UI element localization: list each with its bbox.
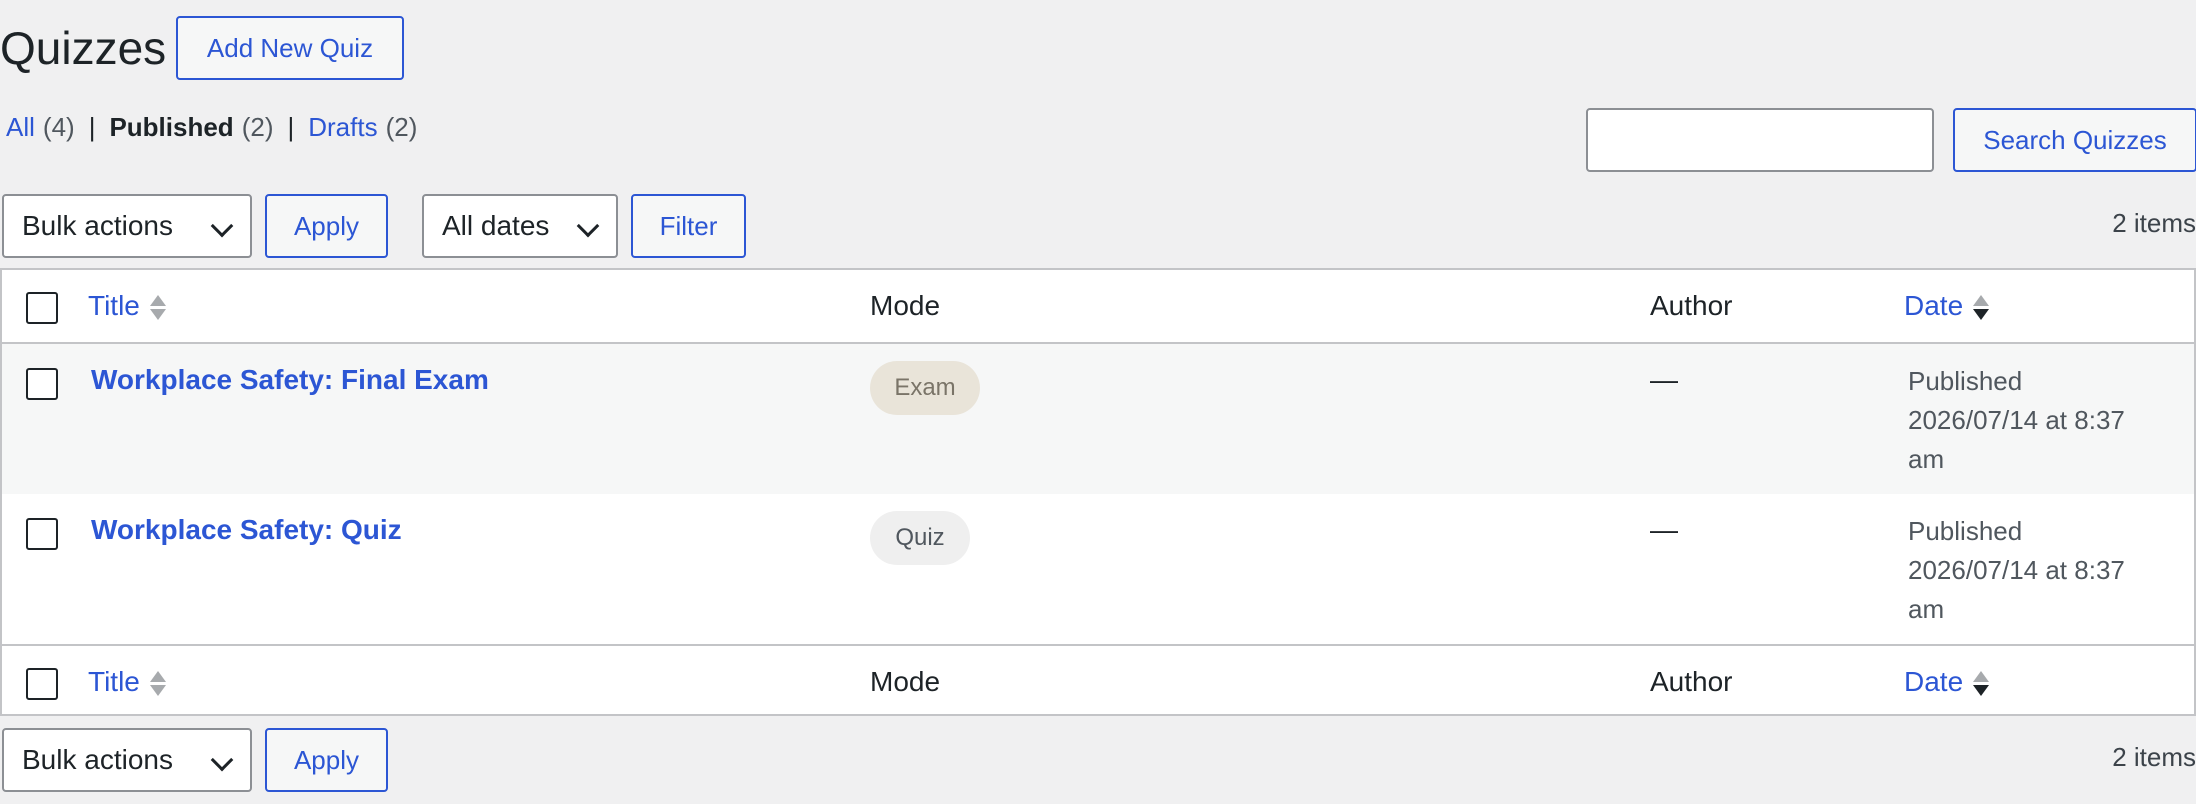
- table-header-row: Title Mode Author Date: [2, 270, 2194, 344]
- view-separator: |: [287, 112, 295, 142]
- column-title-label: Title: [88, 290, 140, 321]
- column-author-footer: Author: [1650, 666, 1733, 697]
- dates-filter-value: All dates: [442, 210, 550, 241]
- view-all-count: (4): [42, 112, 75, 142]
- chevron-down-icon: [576, 214, 600, 238]
- row-date: Published 2026/07/14 at 8:37 am: [1908, 512, 2148, 629]
- dates-filter-select[interactable]: All dates: [422, 194, 618, 258]
- view-separator: |: [88, 112, 96, 142]
- row-checkbox[interactable]: [26, 518, 58, 550]
- status-views: All (4) | Published (2) | Drafts (2): [6, 112, 417, 143]
- filter-button[interactable]: Filter: [631, 194, 746, 258]
- apply-button[interactable]: Apply: [265, 194, 388, 258]
- row-date-status: Published: [1908, 516, 2023, 546]
- search-quizzes-button[interactable]: Search Quizzes: [1953, 108, 2196, 172]
- select-all-checkbox-footer[interactable]: [26, 668, 58, 700]
- row-author: —: [1650, 514, 1678, 545]
- column-mode-footer: Mode: [870, 666, 941, 697]
- column-title-sort[interactable]: Title: [88, 666, 166, 699]
- row-date: Published 2026/07/14 at 8:37 am: [1908, 362, 2148, 479]
- sort-icon: [149, 669, 166, 699]
- bulk-actions-select-bottom[interactable]: Bulk actions: [2, 728, 252, 792]
- chevron-down-icon: [210, 748, 234, 772]
- view-all-link[interactable]: All: [6, 112, 35, 143]
- column-date-label: Date: [1904, 290, 1964, 321]
- mode-badge: Quiz: [870, 511, 970, 565]
- add-new-quiz-button[interactable]: Add New Quiz: [176, 16, 404, 80]
- row-title-link[interactable]: Workplace Safety: Quiz: [91, 514, 402, 546]
- column-date-sort[interactable]: Date: [1904, 666, 1990, 699]
- row-date-value: 2026/07/14 at 8:37 am: [1908, 405, 2125, 474]
- row-author: —: [1650, 364, 1678, 395]
- table-row: Workplace Safety: Final Exam Exam — Publ…: [2, 344, 2194, 494]
- page-title: Quizzes: [0, 22, 167, 74]
- mode-badge: Exam: [870, 361, 980, 415]
- apply-button-bottom[interactable]: Apply: [265, 728, 388, 792]
- sort-icon: [1973, 669, 1990, 699]
- chevron-down-icon: [210, 214, 234, 238]
- search-input[interactable]: [1586, 108, 1934, 172]
- row-date-status: Published: [1908, 366, 2023, 396]
- column-title-sort[interactable]: Title: [88, 290, 166, 323]
- table-row: Workplace Safety: Quiz Quiz — Published …: [2, 494, 2194, 644]
- table-footer-row: Title Mode Author Date: [2, 644, 2194, 716]
- items-count: 2 items: [2112, 208, 2196, 238]
- bulk-actions-value: Bulk actions: [22, 744, 173, 775]
- items-count-bottom: 2 items: [2112, 742, 2196, 772]
- view-drafts-link[interactable]: Drafts: [308, 112, 377, 143]
- column-title-label: Title: [88, 666, 140, 697]
- column-mode-header: Mode: [870, 290, 941, 321]
- row-title-link[interactable]: Workplace Safety: Final Exam: [91, 364, 489, 396]
- column-date-sort[interactable]: Date: [1904, 290, 1990, 323]
- view-published-link[interactable]: Published: [109, 112, 233, 143]
- view-drafts-count: (2): [385, 112, 418, 142]
- row-date-value: 2026/07/14 at 8:37 am: [1908, 555, 2125, 624]
- column-date-label: Date: [1904, 666, 1964, 697]
- sort-icon: [149, 293, 166, 323]
- select-all-checkbox[interactable]: [26, 292, 58, 324]
- view-published-count: (2): [241, 112, 274, 142]
- row-checkbox[interactable]: [26, 368, 58, 400]
- bulk-actions-value: Bulk actions: [22, 210, 173, 241]
- sort-icon: [1973, 293, 1990, 323]
- bulk-actions-select[interactable]: Bulk actions: [2, 194, 252, 258]
- quizzes-table: Title Mode Author Date Workplace Safety:…: [0, 268, 2196, 716]
- column-author-header: Author: [1650, 290, 1733, 321]
